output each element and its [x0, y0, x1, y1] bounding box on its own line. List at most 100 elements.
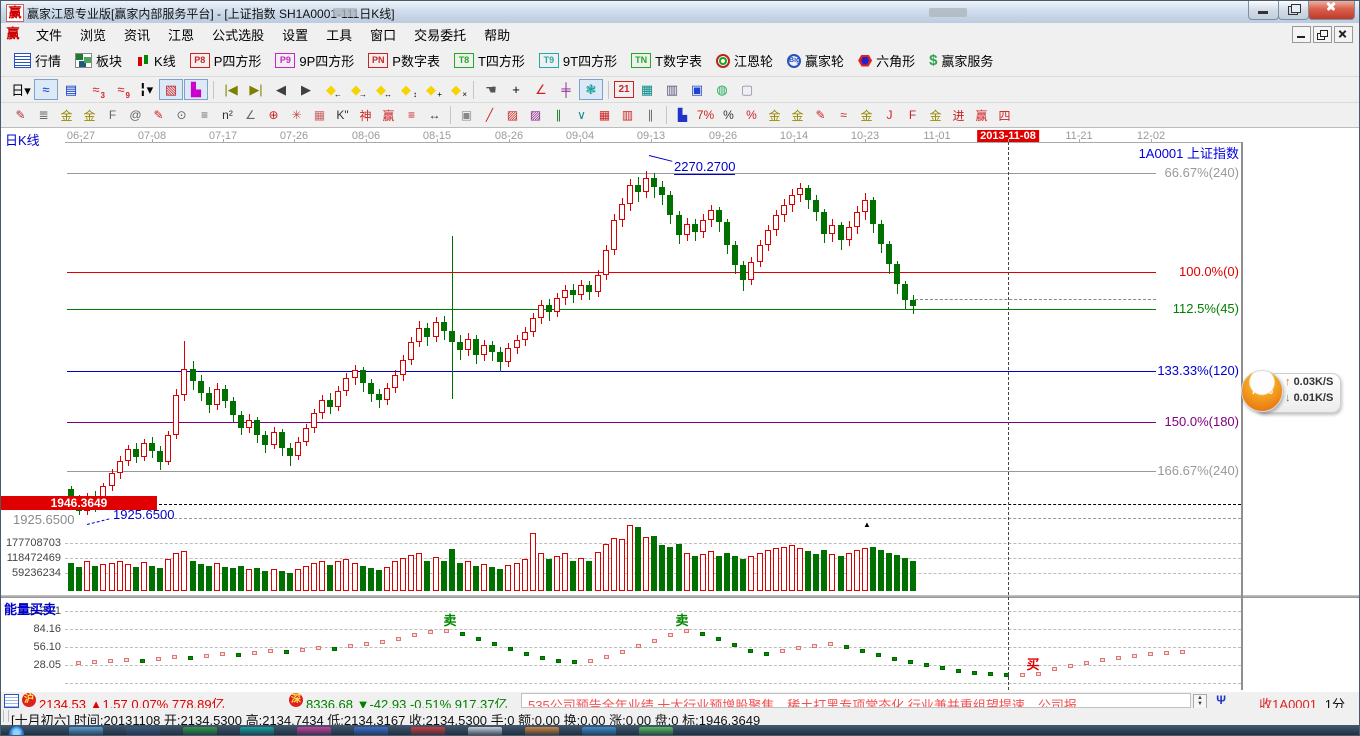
p-number-table-button[interactable]: PNP数字表	[361, 48, 447, 73]
menu-item-3[interactable]: 资讯	[115, 23, 159, 46]
percent-7-icon[interactable]: 7%	[694, 106, 717, 124]
f-grid-icon[interactable]: F	[101, 106, 124, 124]
web-export-icon[interactable]: ◍	[710, 79, 734, 100]
taskbar-app-icon[interactable]	[582, 727, 616, 736]
diagonal-lines-icon[interactable]: ∥	[639, 106, 662, 124]
spiral-icon[interactable]: @	[124, 106, 147, 124]
diamond-hscroll-icon[interactable]: ◆↔	[369, 79, 393, 100]
mdi-close-button[interactable]	[1334, 26, 1353, 43]
p-square-button[interactable]: P8P四方形	[183, 48, 269, 73]
red-pencil-icon[interactable]: ✎	[147, 106, 170, 124]
pane-separator[interactable]	[1, 595, 1360, 598]
minimize-button[interactable]	[1248, 1, 1279, 20]
menu-item-8[interactable]: 窗口	[361, 23, 405, 46]
start-orb[interactable]	[9, 726, 24, 736]
winner-service-button[interactable]: $赢家服务	[922, 48, 1000, 73]
hand-drag-icon[interactable]: ☚	[479, 79, 503, 100]
gann-figure-icon[interactable]: ╪	[554, 79, 578, 100]
wave-3-icon[interactable]: ≈3	[84, 79, 108, 100]
fan-box-red-icon[interactable]: ▨	[501, 106, 524, 124]
save-icon[interactable]: ▣	[685, 79, 709, 100]
time-circle-icon[interactable]: ⊙	[170, 106, 193, 124]
starburst-icon[interactable]: ✳	[285, 106, 308, 124]
ying-line-icon[interactable]: 赢	[970, 106, 993, 124]
last-bar-icon[interactable]: ▶|	[244, 79, 268, 100]
taskbar-app-icon[interactable]	[354, 727, 388, 736]
kline-button[interactable]: K线	[129, 48, 183, 73]
gold-trend-icon[interactable]: 金	[924, 106, 947, 124]
percent-icon[interactable]: %	[717, 106, 740, 124]
histogram-icon[interactable]: ▙	[671, 106, 694, 124]
taskbar-app-icon[interactable]	[240, 727, 274, 736]
next-bar-icon[interactable]: ▶	[294, 79, 318, 100]
zigzag-trend-icon[interactable]: ≈	[34, 79, 58, 100]
quote-grid-icon[interactable]	[4, 694, 19, 708]
j-line-icon[interactable]: J	[878, 106, 901, 124]
red-grid-icon[interactable]: ▦	[593, 106, 616, 124]
shen-tool-icon[interactable]: 神	[354, 106, 377, 124]
winner-wheel-button[interactable]: Big赢家轮	[780, 48, 851, 73]
ray-fan-icon[interactable]: ╱	[478, 106, 501, 124]
comb-icon[interactable]: ≡	[193, 106, 216, 124]
menu-item-1[interactable]: 文件	[27, 23, 71, 46]
first-bar-icon[interactable]: |◀	[219, 79, 243, 100]
diamond-vscroll-icon[interactable]: ◆↕	[394, 79, 418, 100]
taskbar-app-icon[interactable]	[69, 727, 103, 736]
knife-tool-icon[interactable]: ✎	[9, 106, 32, 124]
diamond-left-icon[interactable]: ◆←	[319, 79, 343, 100]
span-arrow-icon[interactable]: ↔	[423, 106, 446, 124]
compass-icon[interactable]: ⊕	[262, 106, 285, 124]
grid-star-icon[interactable]: ▦	[308, 106, 331, 124]
news-ticker[interactable]: 535公司预告全年业绩 十大行业预增股聚焦 稀土打黑专项常态化 行业兼并重组望提…	[521, 693, 1191, 708]
hexagon-button[interactable]: 六角形	[851, 48, 922, 73]
quotes-button[interactable]: 行情	[7, 48, 68, 73]
9p-square-button[interactable]: P99P四方形	[268, 48, 361, 73]
t-number-table-button[interactable]: TNT数字表	[624, 48, 709, 73]
news-scroll-spinner[interactable]: ▲▼	[1193, 694, 1207, 709]
wave-box-icon[interactable]: ≈	[832, 106, 855, 124]
taskbar-app-icon[interactable]	[639, 727, 673, 736]
menu-item-5[interactable]: 公式选股	[203, 23, 273, 46]
n-square-icon[interactable]: n²	[216, 106, 239, 124]
jin-line-icon[interactable]: 进	[947, 106, 970, 124]
taskbar-app-icon[interactable]	[525, 727, 559, 736]
taskbar-app-icon[interactable]	[411, 727, 445, 736]
gold-section-icon[interactable]: 金	[55, 106, 78, 124]
crosshair-icon[interactable]: +	[504, 79, 528, 100]
sectors-button[interactable]: 板块	[68, 48, 129, 73]
close-button[interactable]	[1308, 1, 1355, 20]
chart-window[interactable]: 日K线 1A0001 上证指数 06-2707-0807-1707-2608-0…	[1, 128, 1360, 692]
prev-bar-icon[interactable]: ◀	[269, 79, 293, 100]
gann-pattern-icon[interactable]: ▧	[159, 79, 183, 100]
mdi-minimize-button[interactable]	[1292, 26, 1311, 43]
wave-9-icon[interactable]: ≈9	[109, 79, 133, 100]
t-square-button[interactable]: T8T四方形	[447, 48, 532, 73]
smart-brain-icon[interactable]: ❃	[579, 79, 603, 100]
network-speed-widget[interactable]: 70% ↑ 0.03K/S ↓ 0.01K/S	[1241, 370, 1341, 414]
menu-item-10[interactable]: 帮助	[475, 23, 519, 46]
gann-wheel-button[interactable]: 江恩轮	[709, 48, 780, 73]
calendar-icon[interactable]: 21	[614, 81, 634, 98]
taskbar-app-icon[interactable]	[183, 727, 217, 736]
percent-line-icon[interactable]: %	[740, 106, 763, 124]
volume-profile-icon[interactable]: ▙	[184, 79, 208, 100]
pencil-bars-icon[interactable]: ✎	[809, 106, 832, 124]
k-mark-icon[interactable]: K"	[331, 106, 354, 124]
ruler-123-icon[interactable]: ≡	[400, 106, 423, 124]
window-grid-icon[interactable]: ▣	[455, 106, 478, 124]
taskbar-app-icon[interactable]	[468, 727, 502, 736]
gold-angle-icon[interactable]: 金	[855, 106, 878, 124]
menu-item-7[interactable]: 工具	[317, 23, 361, 46]
trend-lines-icon[interactable]: ∥	[547, 106, 570, 124]
comb-grid-icon[interactable]: ≣	[32, 106, 55, 124]
v-wave-icon[interactable]: ∨	[570, 106, 593, 124]
menu-item-6[interactable]: 设置	[273, 23, 317, 46]
f-line-icon[interactable]: F	[901, 106, 924, 124]
info-panel-icon[interactable]: ▤	[59, 79, 83, 100]
restore-button[interactable]	[1278, 1, 1309, 20]
taskbar-app-icon[interactable]	[297, 727, 331, 736]
notes-icon[interactable]: ▥	[660, 79, 684, 100]
angle-line-icon[interactable]: ∠	[239, 106, 262, 124]
diamond-cross-icon[interactable]: ◆+	[419, 79, 443, 100]
menu-item-4[interactable]: 江恩	[159, 23, 203, 46]
